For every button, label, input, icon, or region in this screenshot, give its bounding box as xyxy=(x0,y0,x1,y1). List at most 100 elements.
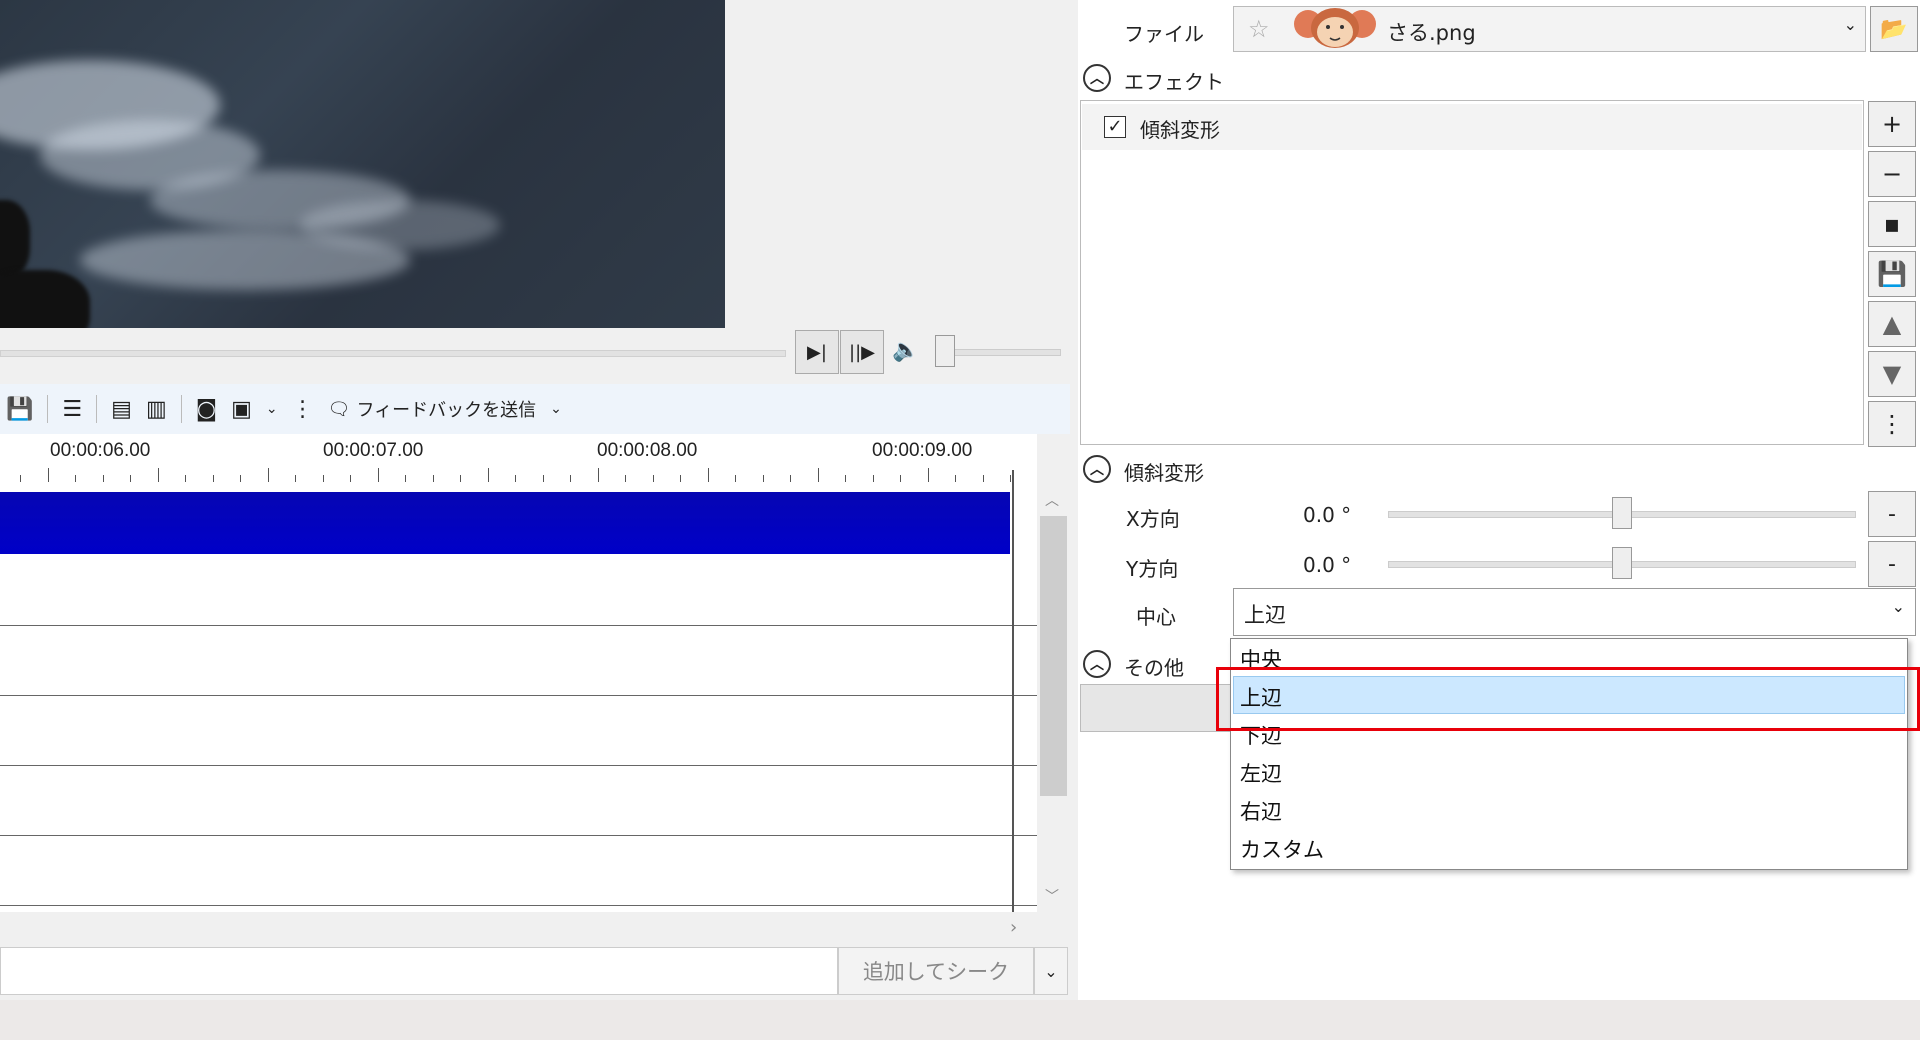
playhead[interactable] xyxy=(1012,470,1014,912)
ruler-tick xyxy=(130,475,131,482)
save-preset-icon: ▪ xyxy=(1883,210,1901,238)
save-effect-button[interactable]: 💾 xyxy=(1868,251,1916,297)
speaker-icon[interactable]: 🔈 xyxy=(892,338,919,363)
skew-header: 傾斜変形 xyxy=(1124,461,1204,485)
ruler-tick xyxy=(680,475,681,482)
frame-step-button[interactable]: ▶︎| xyxy=(795,330,839,374)
add-and-seek-button[interactable]: 追加してシーク xyxy=(838,947,1034,995)
track-divider xyxy=(0,905,1037,906)
other-header: その他 xyxy=(1124,656,1184,680)
video-preview xyxy=(0,0,725,328)
ruler-tick xyxy=(927,468,929,482)
camera-save-icon[interactable]: ▣ xyxy=(231,397,252,422)
ruler-tick xyxy=(845,475,846,482)
y-direction-reset-button[interactable]: - xyxy=(1868,541,1916,587)
more-vertical-icon: ⋮ xyxy=(1880,410,1904,438)
ruler-tick xyxy=(652,475,654,482)
collapse-effects-icon[interactable]: ︿ xyxy=(1083,64,1111,92)
copy-icon[interactable]: ▤ xyxy=(111,397,132,422)
timeline-clip[interactable] xyxy=(0,492,1010,554)
effects-list[interactable] xyxy=(1080,100,1864,445)
x-direction-label: X方向 xyxy=(1126,507,1180,531)
save-preset-button[interactable]: ▪ xyxy=(1868,201,1916,247)
collapse-other-icon[interactable]: ︿ xyxy=(1083,650,1111,678)
effect-checkbox[interactable]: ✓ xyxy=(1104,116,1126,138)
ruler-tick xyxy=(185,475,186,482)
timeline-scroll-thumb[interactable] xyxy=(1040,516,1067,796)
save-icon: 💾 xyxy=(1877,260,1907,288)
camera-icon[interactable]: ◙ xyxy=(196,397,217,422)
ruler-tick xyxy=(982,475,984,482)
x-direction-value[interactable]: 0.0 ° xyxy=(1303,503,1351,527)
ruler-label: 00:00:09.00 xyxy=(872,440,973,461)
collapse-skew-icon[interactable]: ︿ xyxy=(1083,455,1111,483)
folder-icon: 📂 xyxy=(1880,16,1908,42)
ruler-tick xyxy=(405,475,406,482)
seek-dropdown-button[interactable]: ⌄ xyxy=(1034,947,1068,995)
feedback-label: フィードバックを送信 xyxy=(356,400,537,421)
ruler-tick xyxy=(597,468,599,482)
toolbar-separator xyxy=(180,395,182,423)
y-direction-value[interactable]: 0.0 ° xyxy=(1303,553,1351,577)
plus-icon: + xyxy=(1881,110,1903,138)
scroll-right-icon[interactable]: › xyxy=(1010,917,1017,938)
timeline-toolbar: 💾 ☰ ▤ ▥ ◙ ▣ ⌄ ⋮ 🗨 フィードバックを送信 ⌄ xyxy=(0,384,1070,434)
send-feedback-button[interactable]: 🗨 フィードバックを送信 xyxy=(328,396,537,422)
triangle-up-icon: ▲ xyxy=(1882,310,1902,338)
ruler-tick xyxy=(20,475,21,482)
move-up-button[interactable]: ▲ xyxy=(1868,301,1916,347)
ruler-tick xyxy=(487,468,489,482)
add-effect-button[interactable]: + xyxy=(1868,101,1916,147)
seek-input[interactable] xyxy=(0,947,838,995)
move-down-button[interactable]: ▼ xyxy=(1868,351,1916,397)
timeline-horizontal-scrollbar[interactable]: › xyxy=(0,913,1037,947)
scroll-up-icon[interactable]: ︿ xyxy=(1045,490,1059,510)
ruler-tick xyxy=(762,475,764,482)
dropdown-option[interactable]: カスタム xyxy=(1240,834,1324,864)
overflow-chevron-icon[interactable]: ⌄ xyxy=(266,401,278,417)
step-forward-icon: ▶︎| xyxy=(807,341,827,363)
ruler-tick xyxy=(790,475,791,482)
remove-effect-button[interactable]: − xyxy=(1868,151,1916,197)
preview-seekbar[interactable] xyxy=(0,350,786,357)
x-direction-slider-thumb[interactable] xyxy=(1612,497,1632,529)
volume-slider-thumb[interactable] xyxy=(935,335,955,367)
ruler-tick xyxy=(817,468,819,482)
scroll-down-icon[interactable]: ﹀ xyxy=(1045,886,1059,906)
overflow-chevron-icon[interactable]: ⌄ xyxy=(550,401,562,417)
save-icon[interactable]: 💾 xyxy=(6,397,33,422)
timeline-ruler[interactable]: 00:00:06.00 00:00:07.00 00:00:08.00 00:0… xyxy=(0,434,1037,482)
effect-name: 傾斜変形 xyxy=(1140,118,1220,142)
ruler-tick xyxy=(1010,475,1011,482)
effect-list-item[interactable]: ✓ 傾斜変形 xyxy=(1082,104,1862,150)
monkey-thumbnail-icon xyxy=(1294,8,1376,48)
center-select[interactable]: 上辺 ⌄ xyxy=(1233,588,1916,636)
open-folder-button[interactable]: 📂 xyxy=(1870,6,1918,52)
x-direction-reset-button[interactable]: - xyxy=(1868,491,1916,537)
other-section-bar[interactable] xyxy=(1080,684,1232,732)
toolbar-separator xyxy=(47,395,49,423)
chevron-down-icon: ⌄ xyxy=(1891,597,1905,616)
y-direction-slider-thumb[interactable] xyxy=(1612,547,1632,579)
ruler-tick xyxy=(212,475,214,482)
ruler-tick xyxy=(240,475,241,482)
grip-icon: ⋮ xyxy=(291,396,314,422)
dropdown-option[interactable]: 右辺 xyxy=(1240,796,1282,826)
triangle-down-icon: ▼ xyxy=(1882,360,1902,388)
track-divider xyxy=(0,765,1037,766)
play-pause-button[interactable]: ||▶ xyxy=(840,330,884,374)
track-divider xyxy=(0,695,1037,696)
file-label: ファイル xyxy=(1124,22,1204,46)
adjust-icon[interactable]: ☰ xyxy=(62,397,82,422)
ruler-tick xyxy=(377,468,379,482)
y-direction-label: Y方向 xyxy=(1126,557,1179,581)
dropdown-option[interactable]: 左辺 xyxy=(1240,758,1282,788)
paste-icon[interactable]: ▥ xyxy=(146,397,167,422)
ruler-tick xyxy=(625,475,626,482)
more-options-button[interactable]: ⋮ xyxy=(1868,401,1916,447)
ruler-tick xyxy=(872,475,874,482)
file-name: さる.png xyxy=(1387,21,1476,45)
ruler-tick xyxy=(102,475,104,482)
star-icon[interactable]: ☆ xyxy=(1248,15,1270,43)
ruler-tick xyxy=(75,475,76,482)
